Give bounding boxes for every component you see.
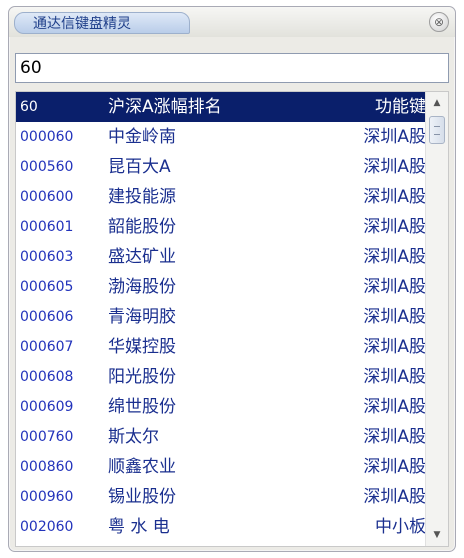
market-label: 深圳A股 xyxy=(363,187,426,207)
stock-name: 中金岭南 xyxy=(108,127,176,147)
stock-name: 绵世股份 xyxy=(108,397,176,417)
stock-name: 粤 水 电 xyxy=(108,517,170,537)
list-item[interactable]: 000601 韶能股份 深圳A股 xyxy=(16,212,426,242)
stock-code: 000607 xyxy=(20,339,74,355)
list-item[interactable]: 000609 绵世股份 深圳A股 xyxy=(16,392,426,422)
list-item[interactable]: 000606 青海明胶 深圳A股 xyxy=(16,302,426,332)
list-item[interactable]: 000560 昆百大A 深圳A股 xyxy=(16,152,426,182)
stock-code: 000606 xyxy=(20,309,74,325)
stock-code: 000608 xyxy=(20,369,74,385)
vertical-scrollbar[interactable]: ▲ ▼ xyxy=(425,92,448,546)
market-label: 深圳A股 xyxy=(363,337,426,357)
window-title: 通达信键盘精灵 xyxy=(14,12,190,34)
scroll-down-icon[interactable]: ▼ xyxy=(428,526,446,544)
market-label: 深圳A股 xyxy=(363,217,426,237)
list-item[interactable]: 000603 盛达矿业 深圳A股 xyxy=(16,242,426,272)
stock-code: 000960 xyxy=(20,489,74,505)
results-list: 60 沪深A涨幅排名 功能键 000060 中金岭南 深圳A股 000560 昆百大A 深… xyxy=(15,91,449,547)
search-input[interactable] xyxy=(15,53,449,83)
header-market: 功能键 xyxy=(375,97,426,117)
stock-name: 斯太尔 xyxy=(108,427,159,447)
list-item[interactable]: 000860 顺鑫农业 深圳A股 xyxy=(16,452,426,482)
market-label: 深圳A股 xyxy=(363,457,426,477)
market-label: 深圳A股 xyxy=(363,307,426,327)
market-label: 深圳A股 xyxy=(363,127,426,147)
list-item[interactable]: 000607 华媒控股 深圳A股 xyxy=(16,332,426,362)
list-item[interactable]: 000760 斯太尔 深圳A股 xyxy=(16,422,426,452)
market-label: 深圳A股 xyxy=(363,487,426,507)
market-label: 深圳A股 xyxy=(363,397,426,417)
market-label: 深圳A股 xyxy=(363,427,426,447)
scroll-thumb[interactable] xyxy=(429,116,445,144)
close-icon[interactable]: ⊗ xyxy=(429,12,449,32)
keyboard-wizard-window: 通达信键盘精灵 ⊗ 60 沪深A涨幅排名 功能键 000060中金岭南深圳A股0… xyxy=(8,6,456,552)
list-item[interactable]: 002060 粤 水 电 中小板 xyxy=(16,512,426,542)
stock-code: 000060 xyxy=(20,129,74,145)
stock-name: 华媒控股 xyxy=(108,337,176,357)
list-item[interactable]: 000600 建投能源 深圳A股 xyxy=(16,182,426,212)
stock-code: 000860 xyxy=(20,459,74,475)
stock-name: 韶能股份 xyxy=(108,217,176,237)
stock-code: 000609 xyxy=(20,399,74,415)
stock-code: 000760 xyxy=(20,429,74,445)
stock-name: 昆百大A xyxy=(108,157,171,177)
scroll-up-icon[interactable]: ▲ xyxy=(428,94,446,112)
stock-name: 阳光股份 xyxy=(108,367,176,387)
list-item[interactable]: 000060 中金岭南 深圳A股 xyxy=(16,122,426,152)
list-item[interactable]: 000605 渤海股份 深圳A股 xyxy=(16,272,426,302)
stock-name: 顺鑫农业 xyxy=(108,457,176,477)
stock-code: 000560 xyxy=(20,159,74,175)
stock-code: 000600 xyxy=(20,189,74,205)
header-name: 沪深A涨幅排名 xyxy=(108,97,222,117)
title-bar: 通达信键盘精灵 ⊗ xyxy=(9,7,455,37)
market-label: 深圳A股 xyxy=(363,277,426,297)
stock-code: 000605 xyxy=(20,279,74,295)
stock-name: 盛达矿业 xyxy=(108,247,176,267)
list-item[interactable]: 000960 锡业股份 深圳A股 xyxy=(16,482,426,512)
stock-name: 青海明胶 xyxy=(108,307,176,327)
market-label: 深圳A股 xyxy=(363,367,426,387)
list-item[interactable]: 000608 阳光股份 深圳A股 xyxy=(16,362,426,392)
list-header-row[interactable]: 60 沪深A涨幅排名 功能键 xyxy=(16,92,426,122)
stock-name: 建投能源 xyxy=(108,187,176,207)
market-label: 中小板 xyxy=(375,517,426,537)
stock-name: 渤海股份 xyxy=(108,277,176,297)
market-label: 深圳A股 xyxy=(363,247,426,267)
stock-code: 000603 xyxy=(20,249,74,265)
market-label: 深圳A股 xyxy=(363,157,426,177)
header-code: 60 xyxy=(20,99,38,115)
stock-code: 002060 xyxy=(20,519,74,535)
stock-code: 000601 xyxy=(20,219,74,235)
stock-name: 锡业股份 xyxy=(108,487,176,507)
